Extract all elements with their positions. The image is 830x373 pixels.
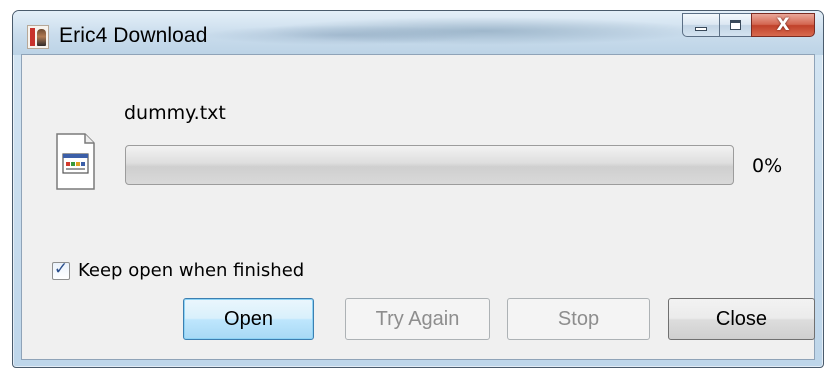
keep-open-label: Keep open when finished <box>78 260 305 281</box>
download-progress-bar <box>125 145 734 185</box>
open-button[interactable]: Open <box>183 298 314 340</box>
window-title: Eric4 Download <box>59 24 208 47</box>
minimize-icon <box>695 27 707 31</box>
close-button[interactable]: Close <box>668 298 815 340</box>
logo-strip <box>30 28 35 46</box>
stop-button[interactable]: Stop <box>507 298 650 340</box>
logo-face <box>37 29 46 46</box>
maximize-button[interactable] <box>719 13 751 37</box>
dialog-body: dummy.txt 0% ✓ Keep open when finished O… <box>21 54 815 360</box>
keep-open-option[interactable]: ✓ Keep open when finished <box>52 258 305 281</box>
document-icon <box>56 133 95 190</box>
eric-logo-icon[interactable] <box>27 25 49 49</box>
caption-buttons: X <box>682 13 815 39</box>
checkmark-icon: ✓ <box>53 258 69 279</box>
download-dialog: Eric4 Download X dummy.txt 0% ✓ Keep ope… <box>12 10 824 368</box>
maximize-icon <box>730 20 741 30</box>
try-again-button[interactable]: Try Again <box>345 298 490 340</box>
close-icon: X <box>776 15 790 35</box>
title-bar[interactable]: Eric4 Download X <box>13 11 823 55</box>
download-filename: dummy.txt <box>124 102 226 124</box>
keep-open-checkbox[interactable]: ✓ <box>52 258 70 280</box>
progress-percent: 0% <box>752 155 783 177</box>
close-window-button[interactable]: X <box>751 13 815 37</box>
minimize-button[interactable] <box>682 13 719 37</box>
